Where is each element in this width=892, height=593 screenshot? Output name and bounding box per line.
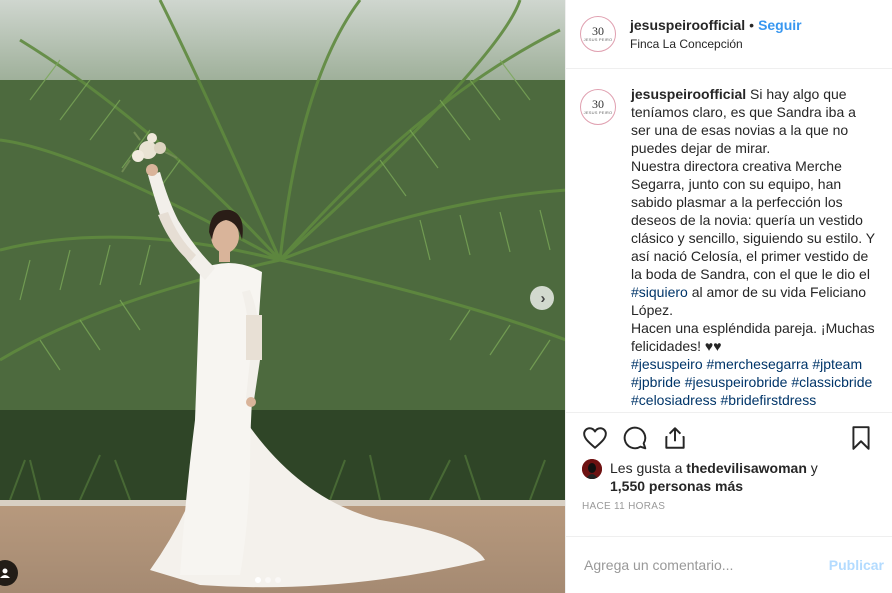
likes-text: Les gusta a thedevilisawoman y 1,550 per… [610,459,818,495]
post-side-panel: 30 JESUS PEIRO jesuspeiroofficial • Seguir… [565,0,892,593]
avatar-logo-text: JESUS PEIRO [583,110,613,115]
comment-form: Publicar [566,536,892,593]
liker-avatar[interactable] [582,459,602,479]
caption-paragraph: Hacen una espléndida pareja. ¡Muchas fel… [631,320,875,354]
avatar-logo-number: 30 [592,24,604,38]
hashtag-link[interactable]: #jesuspeirobride [685,374,788,390]
action-bar [566,413,892,453]
post-header: 30 JESUS PEIRO jesuspeiroofficial • Seguir… [566,0,892,69]
likes-prefix: Les gusta a [610,460,683,476]
avatar-logo-text: JESUS PEIRO [583,37,613,42]
carousel-dot [255,577,261,583]
comment-icon[interactable] [622,425,648,451]
hashtag-link[interactable]: #siquiero [631,284,688,300]
hashtag-list: #jesuspeiro #merchesegarra #jpteam #jpbr… [631,355,878,409]
post-header-text: jesuspeiroofficial • Seguir Finca La Conce… [630,17,802,51]
username-link[interactable]: jesuspeiroofficial [630,17,745,33]
share-icon[interactable] [662,425,688,451]
heart-icon[interactable] [582,425,608,451]
follow-button[interactable]: Seguir [758,17,802,33]
avatar[interactable]: 30 JESUS PEIRO [580,16,616,52]
hashtag-link[interactable]: #merchesegarra [707,356,809,372]
hashtag-link[interactable]: #jpbride [631,374,681,390]
comment-input[interactable] [582,556,829,574]
carousel-next-button[interactable]: › [530,286,554,310]
avatar[interactable]: 30 JESUS PEIRO [580,89,616,125]
caption-section: 30 JESUS PEIRO jesuspeiroofficial Si hay… [566,69,892,413]
likes-summary: Les gusta a thedevilisawoman y 1,550 per… [566,453,892,495]
hashtag-link[interactable]: #jpteam [812,356,862,372]
bride-photo-illustration [0,0,565,593]
hashtag-link[interactable]: #bridefirstdress [721,392,817,408]
likes-count-link[interactable]: 1,550 personas más [610,478,743,494]
instagram-post-modal: › 30 JESUS PEIRO jesuspeiroofficial • Segu… [0,0,892,593]
post-photo[interactable]: › [0,0,565,593]
caption-username-link[interactable]: jesuspeiroofficial [631,86,746,102]
liker-username-link[interactable]: thedevilisawoman [686,460,807,476]
caption-paragraph: Nuestra directora creativa Merche Segarr… [631,158,875,282]
post-timestamp[interactable]: HACE 11 HORAS [566,495,892,521]
publish-button[interactable]: Publicar [829,557,884,573]
user-icon [0,568,10,578]
carousel-indicator [255,577,281,583]
chevron-right-icon: › [540,289,546,307]
carousel-dot [265,577,271,583]
hashtag-link[interactable]: #classicbride [791,374,872,390]
hashtag-link[interactable]: #jesuspeiro [631,356,703,372]
liker-avatar-image [582,459,602,479]
caption-text: jesuspeiroofficial Si hay algo que tenía… [631,85,878,412]
hashtag-link[interactable]: #celosiadress [631,392,717,408]
location-link[interactable]: Finca La Concepción [630,37,802,51]
bookmark-icon[interactable] [848,425,874,451]
carousel-dot [275,577,281,583]
avatar-logo-number: 30 [592,97,604,111]
likes-joiner: y [810,460,818,476]
separator-dot: • [749,17,755,33]
